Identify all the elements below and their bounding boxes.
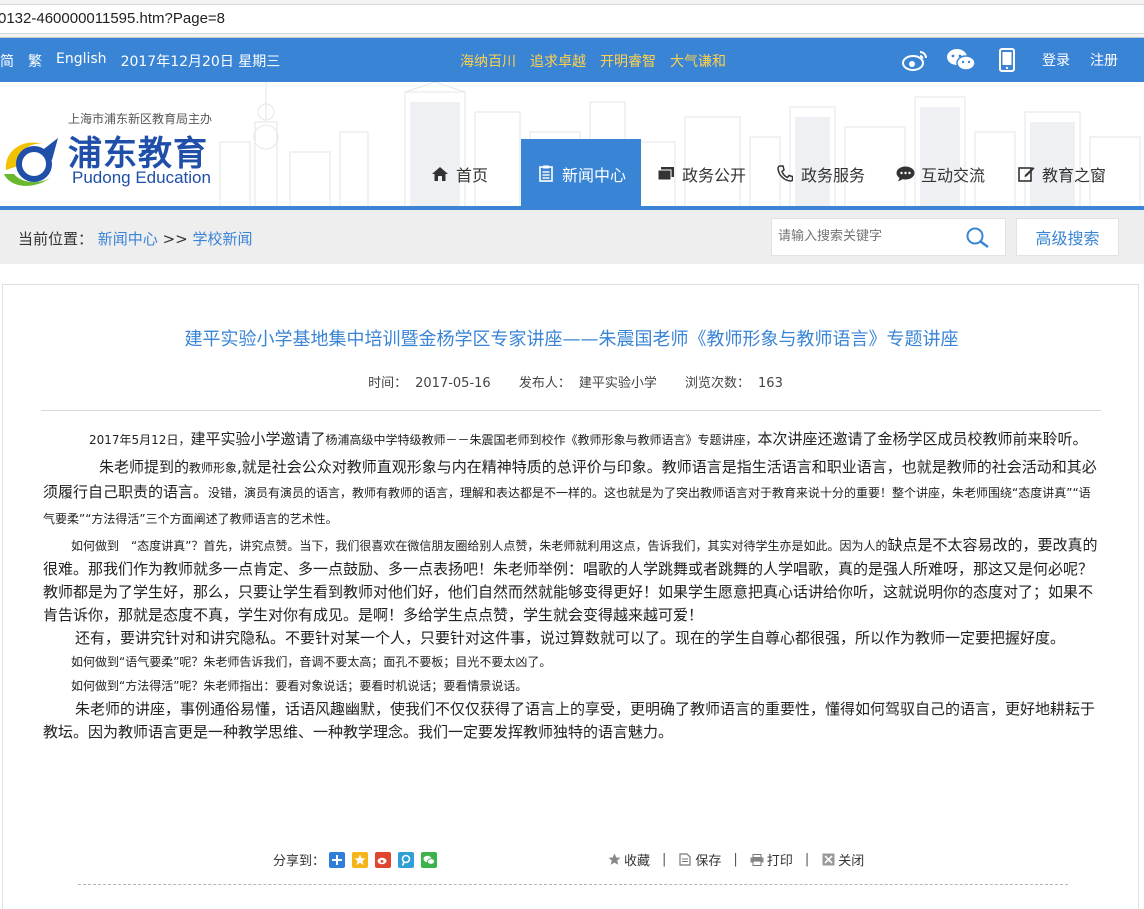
nav-label: 政务公开 <box>682 165 747 185</box>
close-icon <box>821 853 835 867</box>
nav-label: 互动交流 <box>921 165 986 185</box>
breadcrumb: 当前位置： 新闻中心 >> 学校新闻 <box>18 228 253 249</box>
home-icon <box>430 164 450 184</box>
document-icon <box>536 164 556 184</box>
traditional-chinese-link[interactable]: 繁 <box>28 51 42 71</box>
favorite-button[interactable]: 收藏 <box>607 850 650 869</box>
article-title: 建平实验小学基地集中培训暨金杨学区专家讲座——朱震国老师《教师形象与教师语言》专… <box>184 329 959 350</box>
title-divider <box>41 410 1101 411</box>
article-meta: 时间： 2017-05-16 发布人： 建平实验小学 浏览次数： 163 <box>3 372 1140 391</box>
login-link[interactable]: 登录 <box>1042 50 1070 70</box>
nav-label: 首页 <box>456 165 489 185</box>
text-run: 建平实验小学邀请了 <box>190 430 326 448</box>
nav-label: 教育之窗 <box>1042 165 1107 185</box>
mobile-icon[interactable] <box>992 45 1022 75</box>
tencent-weibo-icon[interactable] <box>398 851 415 868</box>
main-nav: 首页 新闻中心 政务公开 政务服务 互动交流 教育之窗 <box>0 139 1144 208</box>
advanced-search-button[interactable]: 高级搜索 <box>1016 218 1119 256</box>
qq-space-icon[interactable] <box>352 851 369 868</box>
slogan: 开明睿智 <box>600 54 656 70</box>
star-icon <box>607 853 621 867</box>
site-header: 上海市浦东新区教育局主办 浦东教育 Pudong Education 首页 新闻… <box>0 82 1144 208</box>
article-paragraph: 朱老师提到的教师形象,就是社会公众对教师直观形象与内在精神特质的总评价与印象。教… <box>43 456 1101 532</box>
top-bar: 简 繁 English 2017年12月20日 星期三 海纳百川 追求卓越 开明… <box>0 38 1144 82</box>
slogan: 大气谦和 <box>670 54 726 70</box>
save-icon <box>678 853 692 867</box>
footer-divider <box>78 884 1068 885</box>
wechat-icon[interactable] <box>946 45 976 75</box>
chat-icon <box>895 164 915 184</box>
close-button[interactable]: 关闭 <box>821 850 864 869</box>
browser-address-bar[interactable]: 0132-460000011595.htm?Page=8 <box>0 0 1144 38</box>
article-paragraph: 朱老师的讲座，事例通俗易懂，话语风趣幽默，使我们不仅仅获得了语言上的享受，更明确… <box>43 700 1096 741</box>
nav-government-services[interactable]: 政务服务 <box>775 139 865 208</box>
english-link[interactable]: English <box>56 51 107 71</box>
folder-icon <box>656 164 676 184</box>
save-label: 保存 <box>695 854 722 869</box>
text-run: 本次讲座还邀请了金杨学区成员校教师前来聆听。 <box>757 430 1088 448</box>
breadcrumb-news-center[interactable]: 新闻中心 <box>98 230 158 248</box>
weibo-share-icon[interactable] <box>375 851 392 868</box>
text-run: 杨浦高级中学特级教师－－朱震国老师到校作《教师形象与教师语言》专题讲座， <box>325 433 758 447</box>
slogan: 追求卓越 <box>530 54 586 70</box>
publisher-label: 发布人： <box>518 376 571 391</box>
breadcrumb-bar: 当前位置： 新闻中心 >> 学校新闻 高级搜索 <box>0 210 1144 264</box>
qzone-plus-icon[interactable] <box>329 851 346 868</box>
text-run: 2017年5月12日， <box>89 433 191 447</box>
search-box <box>771 218 1006 256</box>
wechat-share-icon[interactable] <box>421 851 438 868</box>
register-link[interactable]: 注册 <box>1090 50 1118 70</box>
article-actions: 收藏 | 保存 | 打印 | 关闭 <box>607 850 864 869</box>
action-separator: | <box>804 852 810 867</box>
nav-interaction[interactable]: 互动交流 <box>895 139 985 208</box>
breadcrumb-school-news[interactable]: 学校新闻 <box>193 230 253 248</box>
text-run: 朱老师提到的 <box>99 458 190 476</box>
url-text: 0132-460000011595.htm?Page=8 <box>0 10 226 27</box>
article-paragraph: 如何做到 “态度讲真”？首先，讲究点赞。当下，我们很喜欢在微信朋友圈给别人点赞，… <box>43 534 1101 627</box>
article-paragraph: 2017年5月12日，建平实验小学邀请了杨浦高级中学特级教师－－朱震国老师到校作… <box>43 428 1101 452</box>
text-run: 教师形象 <box>189 461 238 475</box>
logo-subtitle: 上海市浦东新区教育局主办 <box>68 112 213 126</box>
article-paragraph: 如何做到“方法得活”呢？朱老师指出：要看对象说话；要看时机说话；要看情景说话。 <box>71 679 528 693</box>
simplified-chinese-link[interactable]: 简 <box>0 51 14 71</box>
nav-label: 政务服务 <box>801 165 866 185</box>
print-label: 打印 <box>766 854 793 869</box>
action-separator: | <box>662 852 667 867</box>
view-count: 163 <box>758 376 783 391</box>
slogan: 海纳百川 <box>460 54 516 70</box>
nav-news-center[interactable]: 新闻中心 <box>521 139 641 208</box>
current-date: 2017年12月20日 星期三 <box>120 54 281 70</box>
text-run: 如何做到 “态度讲真”？首先，讲究点赞。当下，我们很喜欢在微信朋友圈给别人点赞，… <box>71 539 888 553</box>
weibo-icon[interactable] <box>900 45 930 75</box>
share-label: 分享到： <box>273 854 326 869</box>
nav-home[interactable]: 首页 <box>430 139 488 208</box>
article-panel: 建平实验小学基地集中培训暨金杨学区专家讲座——朱震国老师《教师形象与教师语言》专… <box>2 284 1139 909</box>
save-button[interactable]: 保存 <box>678 850 721 869</box>
search-icon[interactable] <box>965 226 991 250</box>
breadcrumb-prefix: 当前位置： <box>18 230 94 248</box>
nav-education-window[interactable]: 教育之窗 <box>1016 139 1106 208</box>
close-label: 关闭 <box>838 854 865 869</box>
favorite-label: 收藏 <box>624 854 651 869</box>
time-label: 时间： <box>368 376 408 391</box>
publisher: 建平实验小学 <box>578 376 657 391</box>
print-button[interactable]: 打印 <box>750 850 793 869</box>
phone-icon <box>775 164 795 184</box>
edit-icon <box>1016 164 1036 184</box>
printer-icon <box>750 853 764 867</box>
article-body: 2017年5月12日，建平实验小学邀请了杨浦高级中学特级教师－－朱震国老师到校作… <box>43 428 1101 744</box>
action-separator: | <box>733 852 738 867</box>
publish-time: 2017-05-16 <box>415 376 491 391</box>
article-paragraph: 如何做到“语气要柔”呢？朱老师告诉我们，音调不要太高；面孔不要板；目光不要太凶了… <box>71 655 552 669</box>
share-bar: 分享到： <box>273 850 438 869</box>
search-input[interactable] <box>778 219 958 253</box>
nav-label: 新闻中心 <box>561 165 626 185</box>
nav-government-affairs[interactable]: 政务公开 <box>656 139 746 208</box>
breadcrumb-separator: >> <box>162 230 188 248</box>
slogans: 海纳百川 追求卓越 开明睿智 大气谦和 <box>460 51 726 71</box>
views-label: 浏览次数： <box>685 376 751 391</box>
article-paragraph: 还有，要讲究针对和讲究隐私。不要针对某一个人，只要针对这件事，说过算数就可以了。… <box>75 629 1066 647</box>
